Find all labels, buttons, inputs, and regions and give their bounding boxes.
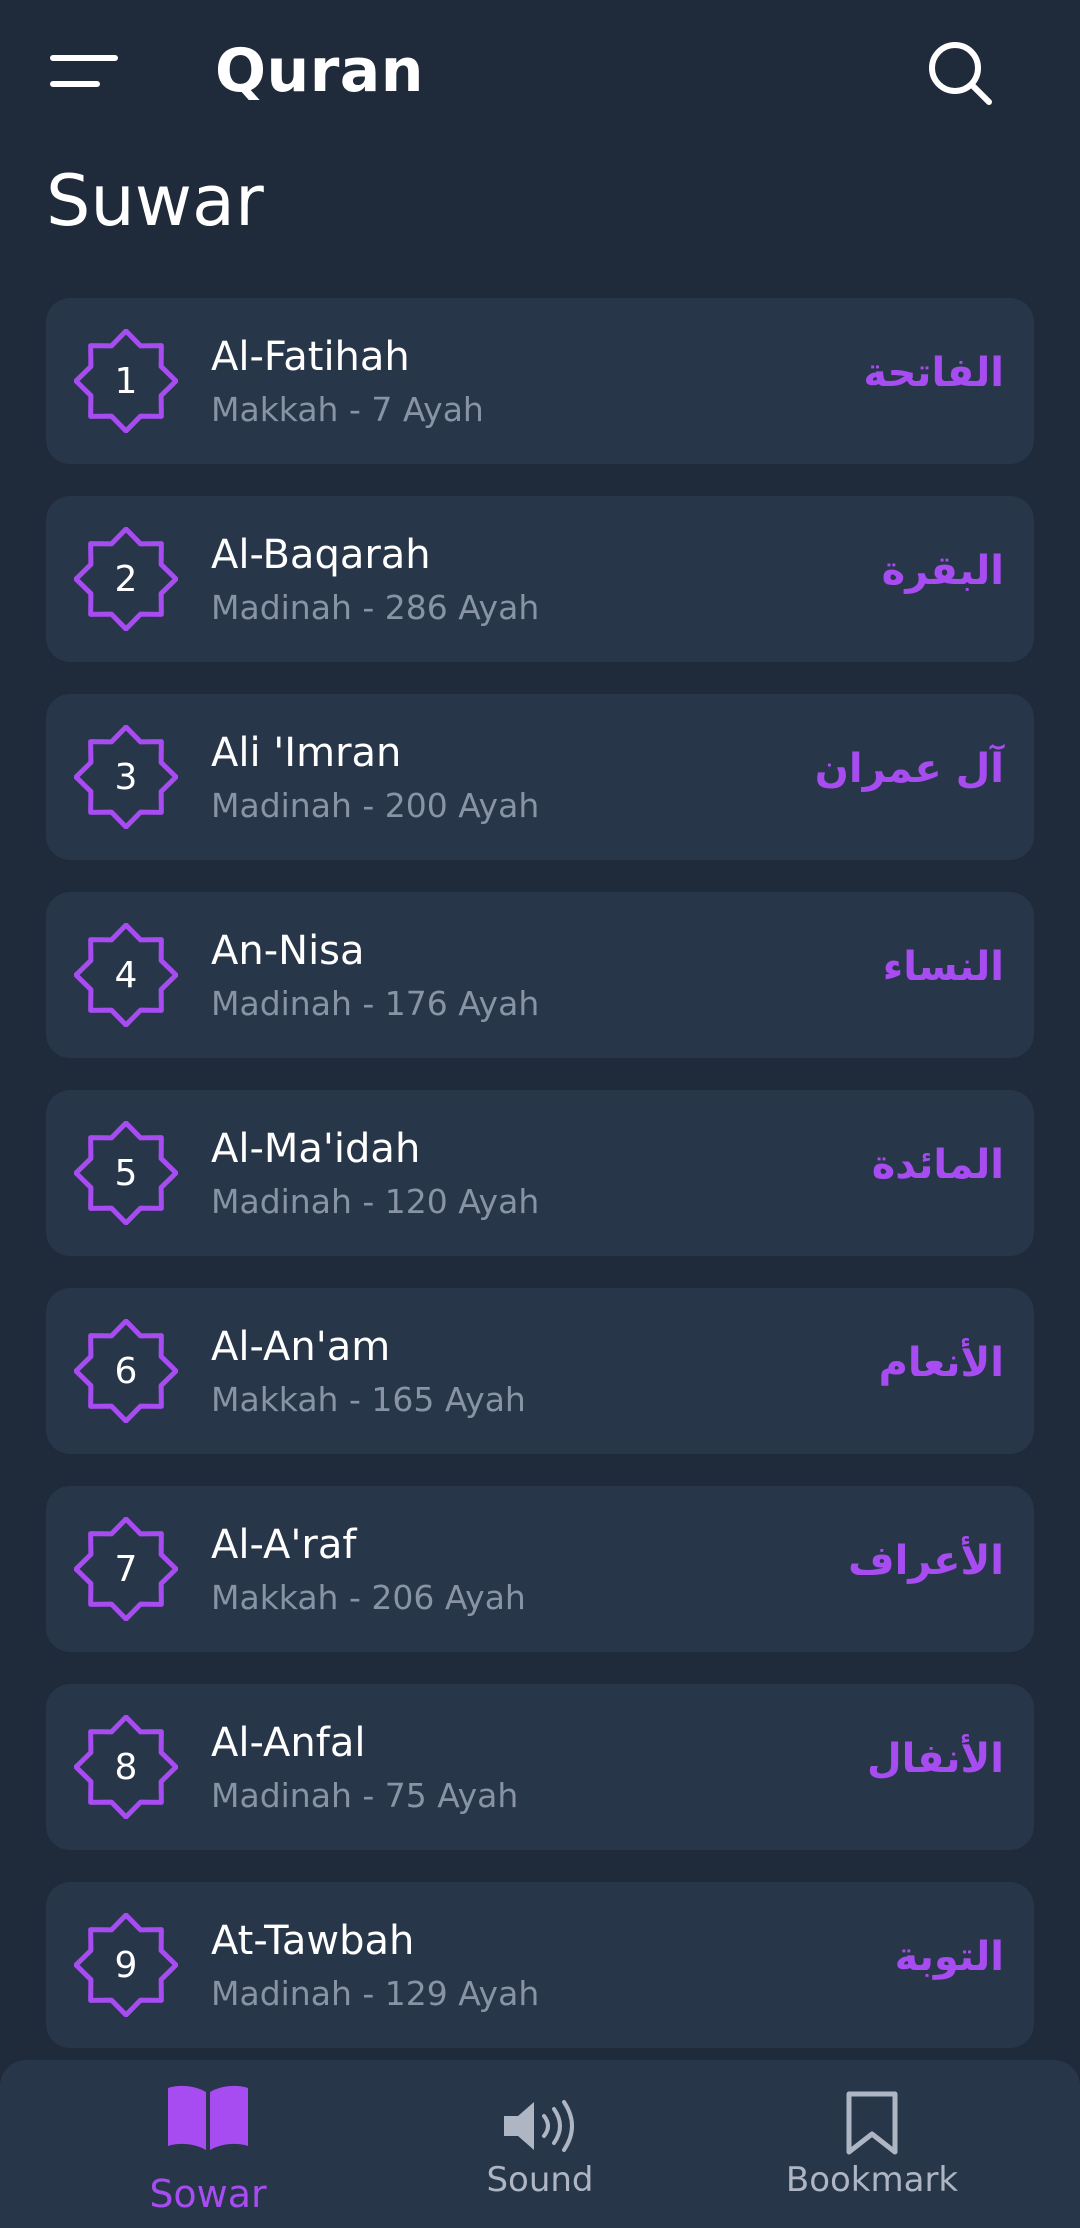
sura-info: Madinah - 176 Ayah [211, 984, 540, 1023]
nav-item-sowar[interactable]: Sowar [58, 2060, 358, 2228]
sura-number: 2 [114, 558, 138, 600]
sura-name: Al-Baqarah [211, 532, 431, 578]
sura-number: 3 [114, 756, 138, 798]
sura-name: Al-Ma'idah [211, 1126, 421, 1172]
sura-arabic-name: المائدة [871, 1142, 1004, 1188]
nav-label-bookmark: Bookmark [785, 2160, 959, 2200]
sura-info: Makkah - 165 Ayah [211, 1380, 526, 1419]
sura-name: Al-An'am [211, 1324, 391, 1370]
sura-card[interactable]: 7 Al-A'raf Makkah - 206 Ayah الأعراف [46, 1486, 1034, 1652]
sura-number: 9 [114, 1944, 138, 1986]
sura-card[interactable]: 5 Al-Ma'idah Madinah - 120 Ayah المائدة [46, 1090, 1034, 1256]
sura-name: Al-A'raf [211, 1522, 357, 1568]
sura-info: Madinah - 286 Ayah [211, 588, 540, 627]
sura-name: At-Tawbah [211, 1918, 415, 1964]
sura-number-badge: 8 [74, 1715, 178, 1819]
sura-number: 8 [114, 1746, 138, 1788]
sura-number: 6 [114, 1350, 138, 1392]
sura-info: Madinah - 75 Ayah [211, 1776, 519, 1815]
sura-number-badge: 4 [74, 923, 178, 1027]
sura-list: 1 Al-Fatihah Makkah - 7 Ayah الفاتحة 2 Al-Baq… [46, 298, 1034, 2080]
nav-item-sound[interactable]: Sound [390, 2060, 690, 2228]
app-screen: Quran Suwar 1 Al-Fatihah Makkah - 7 Ayah ال… [0, 0, 1080, 2228]
sura-card[interactable]: 8 Al-Anfal Madinah - 75 Ayah الأنفال [46, 1684, 1034, 1850]
sura-info: Madinah - 120 Ayah [211, 1182, 540, 1221]
bottom-navigation: Sowar Sound Bookmark [0, 2060, 1080, 2228]
sura-number-badge: 9 [74, 1913, 178, 2017]
sura-number: 5 [114, 1152, 138, 1194]
sura-number: 1 [114, 360, 138, 402]
sura-number-badge: 2 [74, 527, 178, 631]
sura-card[interactable]: 1 Al-Fatihah Makkah - 7 Ayah الفاتحة [46, 298, 1034, 464]
sura-arabic-name: البقرة [881, 548, 1004, 594]
sura-number-badge: 5 [74, 1121, 178, 1225]
app-header: Quran [0, 0, 1080, 150]
sura-arabic-name: الأنعام [878, 1340, 1004, 1386]
sura-number-badge: 3 [74, 725, 178, 829]
sura-arabic-name: الأعراف [848, 1538, 1004, 1584]
sura-arabic-name: الأنفال [866, 1736, 1004, 1782]
search-button[interactable] [925, 38, 995, 108]
menu-icon-line [50, 81, 100, 87]
sura-number-badge: 7 [74, 1517, 178, 1621]
sura-card[interactable]: 2 Al-Baqarah Madinah - 286 Ayah البقرة [46, 496, 1034, 662]
sura-name: Ali 'Imran [211, 730, 402, 776]
section-title: Suwar [46, 160, 264, 242]
sura-arabic-name: النساء [882, 944, 1004, 990]
sura-card[interactable]: 9 At-Tawbah Madinah - 129 Ayah التوبة [46, 1882, 1034, 2048]
nav-label-sowar: Sowar [149, 2172, 267, 2216]
sura-info: Madinah - 129 Ayah [211, 1974, 540, 2013]
sura-info: Makkah - 7 Ayah [211, 390, 484, 429]
menu-icon-line [50, 55, 118, 61]
app-title: Quran [215, 36, 425, 106]
sura-info: Madinah - 200 Ayah [211, 786, 540, 825]
sura-arabic-name: التوبة [894, 1934, 1004, 1980]
sura-number-badge: 1 [74, 329, 178, 433]
sura-card[interactable]: 6 Al-An'am Makkah - 165 Ayah الأنعام [46, 1288, 1034, 1454]
bookmark-icon [846, 2091, 898, 2155]
sura-arabic-name: الفاتحة [863, 350, 1004, 396]
sura-name: Al-Fatihah [211, 334, 410, 380]
speaker-icon [504, 2100, 574, 2152]
sura-number: 4 [114, 954, 138, 996]
book-icon [168, 2085, 248, 2150]
sura-name: An-Nisa [211, 928, 365, 974]
sura-card[interactable]: 3 Ali 'Imran Madinah - 200 Ayah آل عمران [46, 694, 1034, 860]
sura-info: Makkah - 206 Ayah [211, 1578, 526, 1617]
search-icon [929, 42, 992, 105]
nav-label-sound: Sound [486, 2160, 594, 2200]
nav-item-bookmark[interactable]: Bookmark [722, 2060, 1022, 2228]
sura-card[interactable]: 4 An-Nisa Madinah - 176 Ayah النساء [46, 892, 1034, 1058]
sura-number: 7 [114, 1548, 138, 1590]
menu-button[interactable] [50, 52, 120, 92]
sura-number-badge: 6 [74, 1319, 178, 1423]
sura-name: Al-Anfal [211, 1720, 366, 1766]
sura-arabic-name: آل عمران [814, 746, 1004, 792]
